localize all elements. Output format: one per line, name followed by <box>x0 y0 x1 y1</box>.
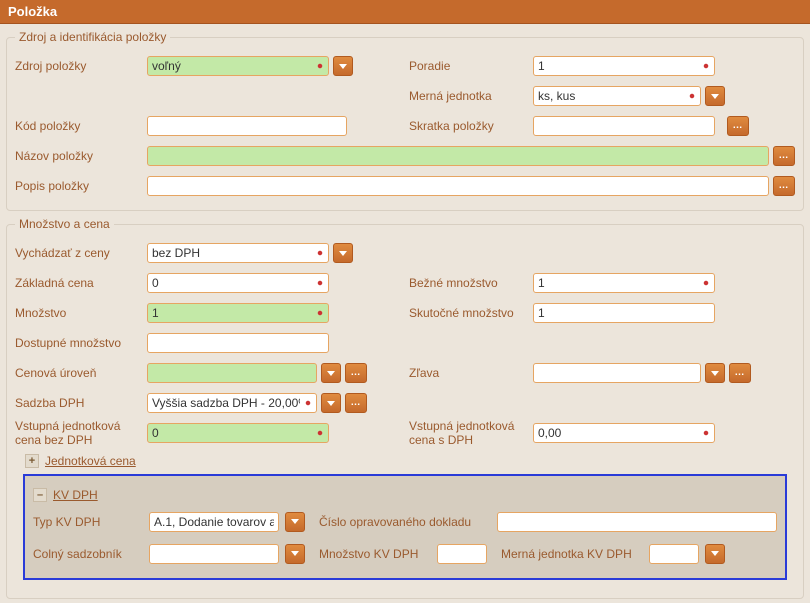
label-zlava: Zľava <box>409 366 529 380</box>
colny-dropdown-button[interactable] <box>285 544 305 564</box>
skutocne-input[interactable] <box>533 303 715 323</box>
group-source: Zdroj a identifikácia položky Zdroj polo… <box>6 30 804 211</box>
vstup-s-input[interactable] <box>533 423 715 443</box>
uroven-dropdown-button[interactable] <box>321 363 341 383</box>
label-mnoz-kvdph: Množstvo KV DPH <box>311 547 431 561</box>
kvdph-expander[interactable]: – KV DPH <box>33 488 98 502</box>
plus-icon[interactable]: + <box>25 454 39 468</box>
label-vstup-s: Vstupná jednotková cena s DPH <box>409 419 529 448</box>
label-poradie: Poradie <box>409 59 529 73</box>
label-skutocne: Skutočné množstvo <box>409 306 529 320</box>
sadzba-dropdown-button[interactable] <box>321 393 341 413</box>
mj-dropdown-button[interactable] <box>705 86 725 106</box>
zlava-dropdown-button[interactable] <box>705 363 725 383</box>
zdroj-select[interactable] <box>147 56 329 76</box>
label-cislo-opr: Číslo opravovaného dokladu <box>311 515 491 529</box>
panel-title: Položka <box>0 0 810 24</box>
nazov-input[interactable] <box>147 146 769 166</box>
label-sadzba: Sadzba DPH <box>15 396 143 410</box>
label-colny: Colný sadzobník <box>33 547 143 561</box>
kod-input[interactable] <box>147 116 347 136</box>
dostupne-input[interactable] <box>147 333 329 353</box>
poradie-input[interactable] <box>533 56 715 76</box>
mnoz-kvdph-input[interactable] <box>437 544 487 564</box>
kvdph-link[interactable]: KV DPH <box>53 488 98 502</box>
group-qty-legend: Množstvo a cena <box>15 217 114 231</box>
group-source-legend: Zdroj a identifikácia položky <box>15 30 170 44</box>
zakladna-input[interactable] <box>147 273 329 293</box>
jednotkova-expander[interactable]: + Jednotková cena <box>25 454 136 468</box>
label-vstup-bez: Vstupná jednotková cena bez DPH <box>15 419 143 448</box>
label-zakladna: Základná cena <box>15 276 143 290</box>
item-editor-panel: Položka Zdroj a identifikácia položky Zd… <box>0 0 810 599</box>
label-zdroj: Zdroj položky <box>15 59 143 73</box>
skratka-input[interactable] <box>533 116 715 136</box>
zlava-browse-button[interactable] <box>729 363 751 383</box>
kvdph-panel: – KV DPH Typ KV DPH Číslo opravovaného d… <box>23 474 787 580</box>
label-mj-kvdph: Merná jednotka KV DPH <box>493 547 643 561</box>
popis-browse-button[interactable] <box>773 176 795 196</box>
mj-kvdph-dropdown-button[interactable] <box>705 544 725 564</box>
bezne-input[interactable] <box>533 273 715 293</box>
uroven-browse-button[interactable] <box>345 363 367 383</box>
label-uroven: Cenová úroveň <box>15 366 143 380</box>
mnozstvo-input[interactable] <box>147 303 329 323</box>
label-dostupne: Dostupné množstvo <box>15 336 143 350</box>
label-vychadzat: Vychádzať z ceny <box>15 246 143 260</box>
nazov-browse-button[interactable] <box>773 146 795 166</box>
sadzba-browse-button[interactable] <box>345 393 367 413</box>
label-mnozstvo: Množstvo <box>15 306 143 320</box>
label-nazov: Názov položky <box>15 149 143 163</box>
colny-select[interactable] <box>149 544 279 564</box>
vychadzat-dropdown-button[interactable] <box>333 243 353 263</box>
vstup-bez-input[interactable] <box>147 423 329 443</box>
label-typ-kvdph: Typ KV DPH <box>33 515 143 529</box>
minus-icon[interactable]: – <box>33 488 47 502</box>
uroven-select[interactable] <box>147 363 317 383</box>
vychadzat-select[interactable] <box>147 243 329 263</box>
skratka-browse-button[interactable] <box>727 116 749 136</box>
cislo-opr-input[interactable] <box>497 512 777 532</box>
mj-select[interactable] <box>533 86 701 106</box>
zlava-select[interactable] <box>533 363 701 383</box>
label-mj: Merná jednotka <box>409 89 529 103</box>
mj-kvdph-select[interactable] <box>649 544 699 564</box>
label-skratka: Skratka položky <box>409 119 529 133</box>
label-kod: Kód položky <box>15 119 143 133</box>
group-qty: Množstvo a cena Vychádzať z ceny Základn… <box>6 217 804 599</box>
typ-kvdph-dropdown-button[interactable] <box>285 512 305 532</box>
label-bezne: Bežné množstvo <box>409 276 529 290</box>
popis-input[interactable] <box>147 176 769 196</box>
typ-kvdph-select[interactable] <box>149 512 279 532</box>
label-popis: Popis položky <box>15 179 143 193</box>
jednotkova-link[interactable]: Jednotková cena <box>45 454 136 468</box>
zdroj-dropdown-button[interactable] <box>333 56 353 76</box>
sadzba-select[interactable] <box>147 393 317 413</box>
